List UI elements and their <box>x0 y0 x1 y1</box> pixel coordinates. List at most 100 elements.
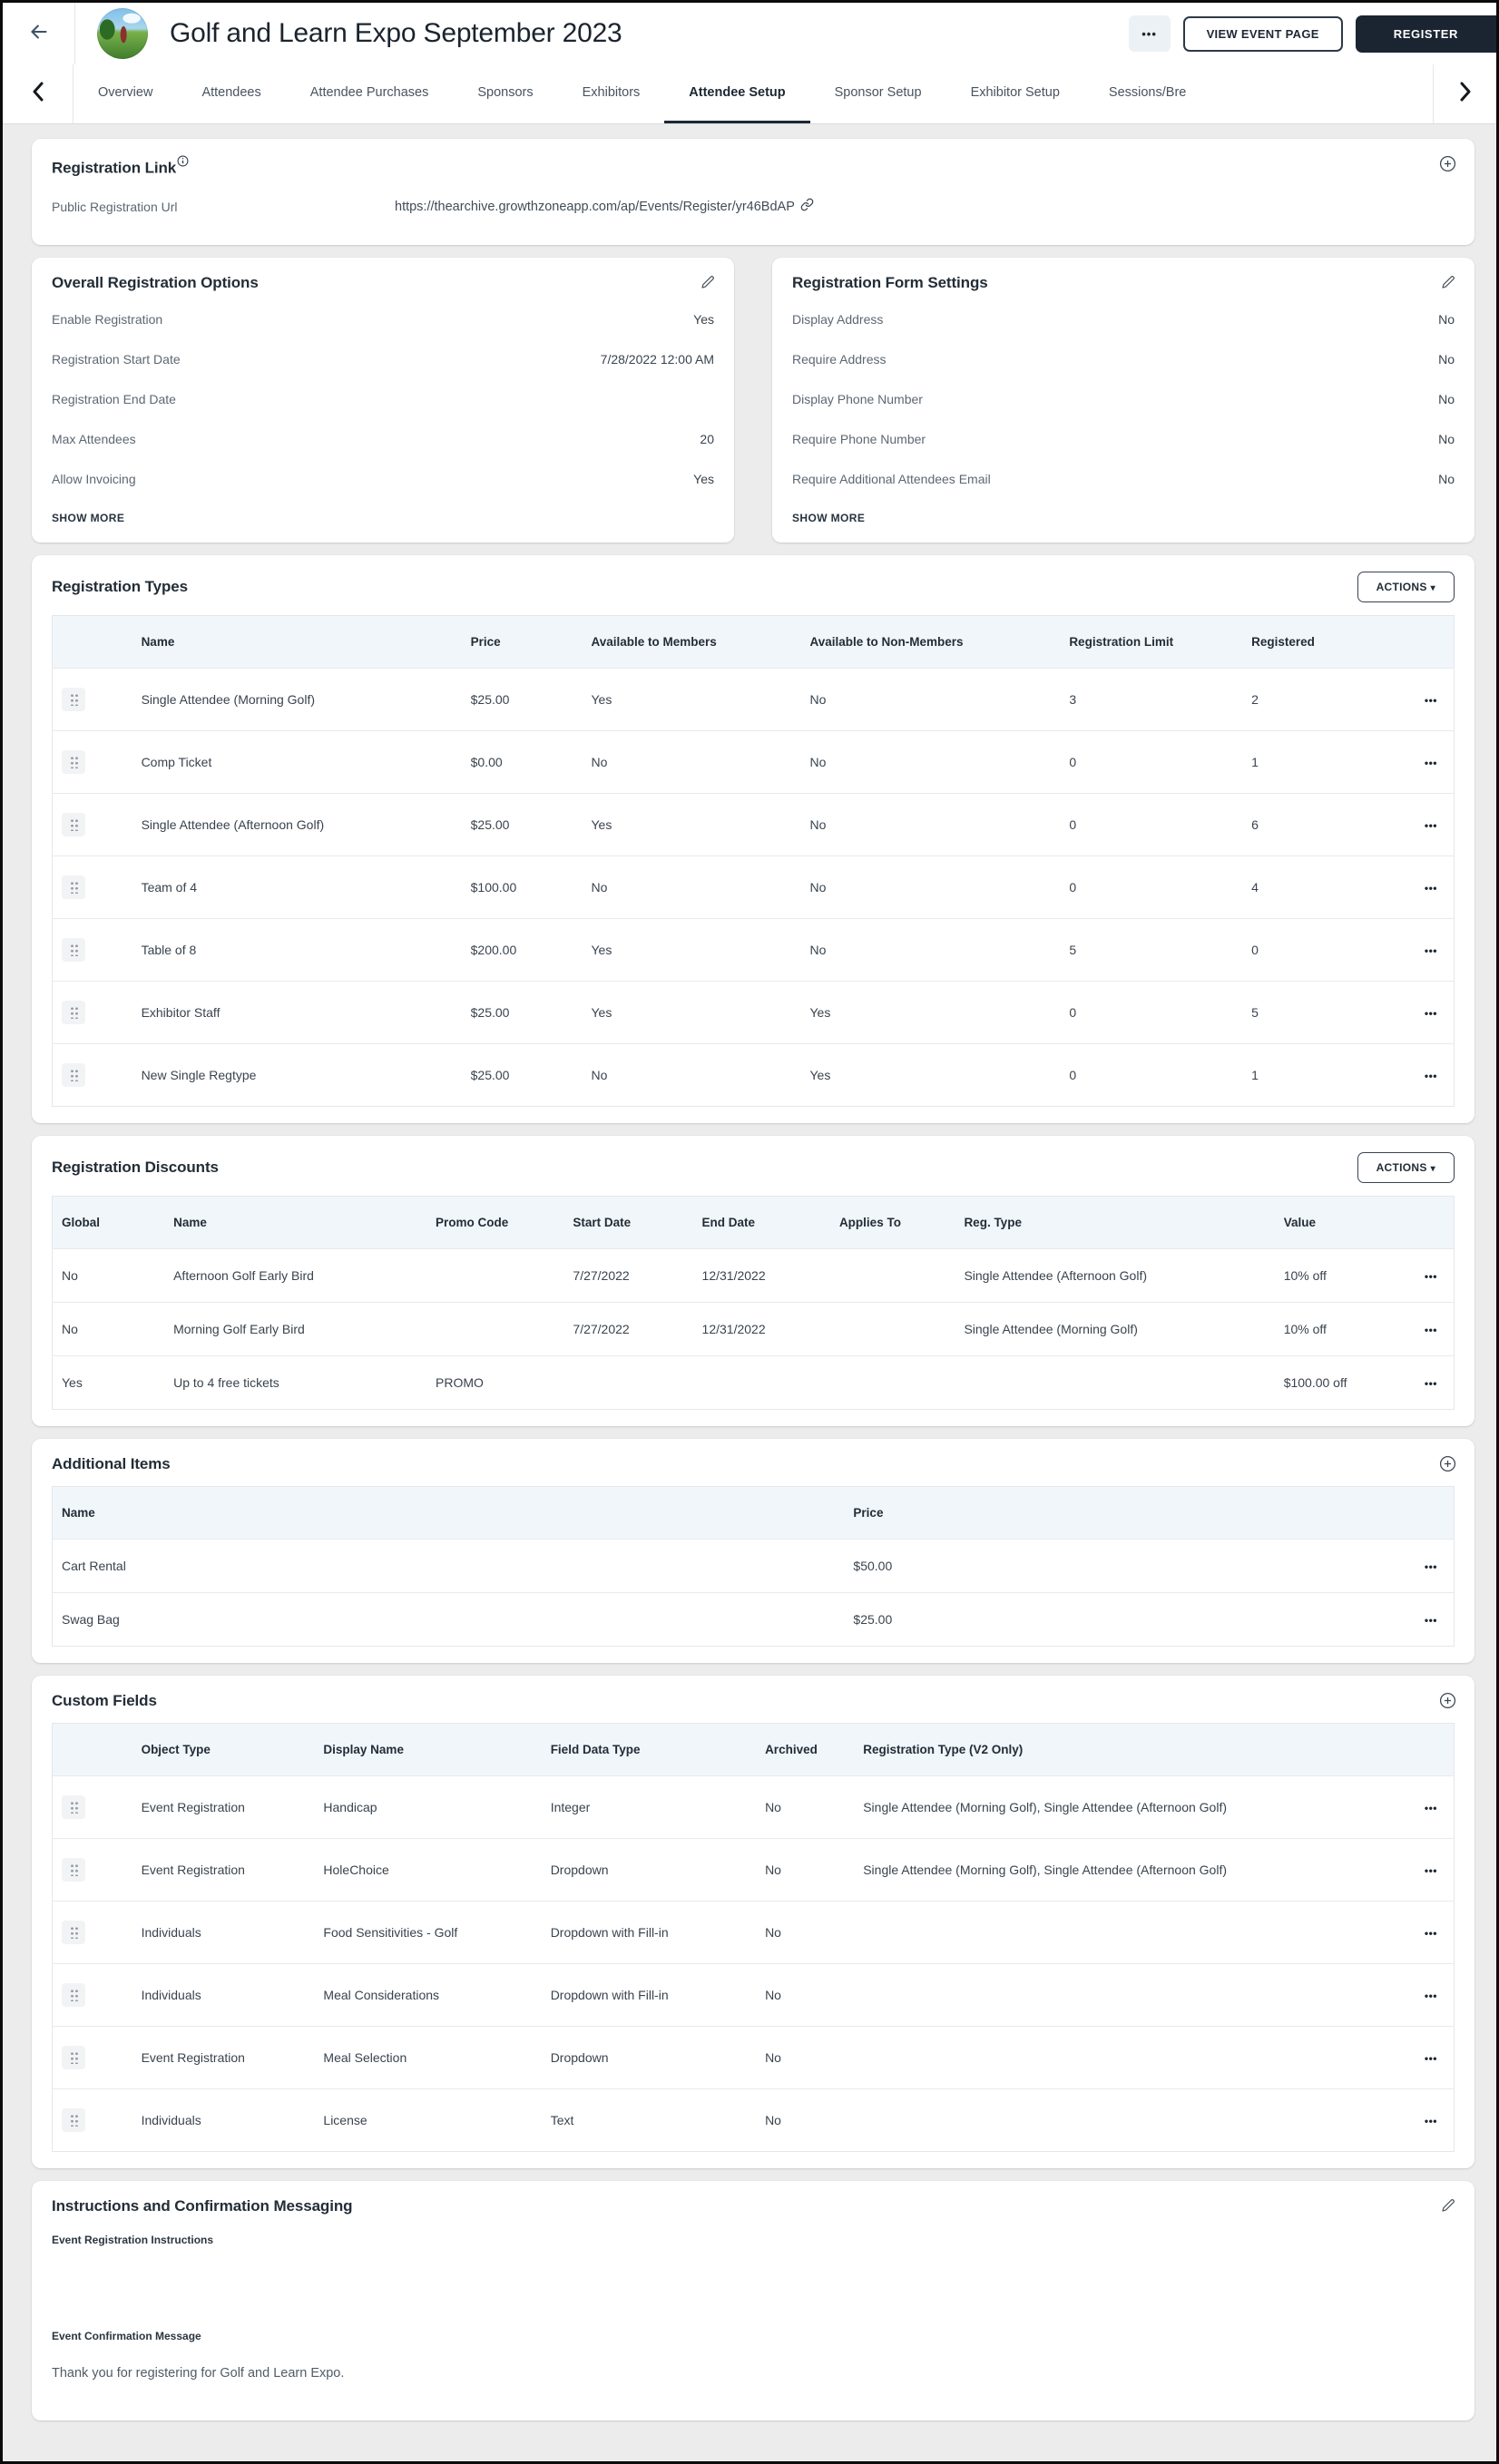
info-icon[interactable] <box>177 155 189 171</box>
cell-name: Comp Ticket <box>132 729 462 794</box>
column-header-display-name: Display Name <box>314 1723 542 1776</box>
drag-handle[interactable] <box>62 1982 85 2007</box>
discount-row: No Morning Golf Early Bird 7/27/2022 12/… <box>52 1301 1455 1356</box>
row-menu-button[interactable]: ••• <box>1425 882 1437 895</box>
options-columns: Overall Registration Options Enable Regi… <box>32 257 1475 543</box>
copy-link-icon[interactable] <box>800 198 814 216</box>
edit-instructions-button[interactable] <box>1438 2195 1458 2215</box>
tab-attendees[interactable]: Attendees <box>177 64 285 123</box>
tab-overview[interactable]: Overview <box>73 64 177 123</box>
event-registration-instructions-label: Event Registration Instructions <box>52 2233 214 2246</box>
drag-handle[interactable] <box>62 1920 85 1944</box>
row-menu-button[interactable]: ••• <box>1425 1007 1437 1020</box>
row-menu-button[interactable]: ••• <box>1425 2115 1437 2127</box>
row-menu-button[interactable]: ••• <box>1425 1990 1437 2002</box>
public-registration-url-row: Public Registration Url https://thearchi… <box>52 198 1455 229</box>
drag-handle[interactable] <box>62 2045 85 2069</box>
row-menu-button[interactable]: ••• <box>1425 1377 1437 1390</box>
drag-handle[interactable] <box>62 812 85 836</box>
edit-overall-options-button[interactable] <box>698 272 718 292</box>
registration-type-row: Comp Ticket $0.00 No No 0 1 ••• <box>52 729 1455 794</box>
discount-row: No Afternoon Golf Early Bird 7/27/2022 1… <box>52 1247 1455 1303</box>
cell-name: Afternoon Golf Early Bird <box>164 1247 426 1303</box>
custom-field-row: Event Registration Meal Selection Dropdo… <box>52 2025 1455 2089</box>
registration-discounts-actions-button[interactable]: ACTIONS ▾ <box>1357 1151 1455 1183</box>
drag-handle[interactable] <box>62 1000 85 1024</box>
tab-exhibitors[interactable]: Exhibitors <box>558 64 665 123</box>
drag-handle[interactable] <box>62 2107 85 2132</box>
registration-types-actions-button[interactable]: ACTIONS ▾ <box>1357 571 1455 602</box>
drag-dots-icon <box>69 1863 78 1877</box>
row-menu-button[interactable]: ••• <box>1425 1614 1437 1627</box>
registration-types-table: Name Price Available to Members Availabl… <box>52 614 1455 1107</box>
show-more-link[interactable]: SHOW MORE <box>52 512 124 524</box>
registration-discounts-title: Registration Discounts <box>52 1158 219 1176</box>
row-menu-button[interactable]: ••• <box>1425 2052 1437 2065</box>
cell-display-name: Handicap <box>314 1775 542 1839</box>
back-button[interactable] <box>3 3 75 64</box>
drag-dots-icon <box>69 1988 78 2002</box>
cell-name: Table of 8 <box>132 917 462 982</box>
drag-handle[interactable] <box>62 1062 85 1087</box>
view-event-page-button[interactable]: VIEW EVENT PAGE <box>1182 15 1343 52</box>
instructions-card: Instructions and Confirmation Messaging … <box>32 2180 1475 2420</box>
header-more-button[interactable]: ••• <box>1128 15 1171 52</box>
row-menu-button[interactable]: ••• <box>1425 757 1437 769</box>
drag-handle[interactable] <box>62 1857 85 1882</box>
add-additional-item-button[interactable] <box>1437 1453 1458 1474</box>
event-avatar <box>97 8 148 59</box>
event-confirmation-message-label: Event Confirmation Message <box>52 2329 201 2342</box>
drag-handle[interactable] <box>62 687 85 711</box>
add-custom-field-button[interactable] <box>1437 1690 1458 1711</box>
drag-handle[interactable] <box>62 875 85 899</box>
cell-registration-type <box>854 1900 1398 1964</box>
tabs-scroll-left-button[interactable] <box>3 64 73 123</box>
cell-name: Single Attendee (Morning Golf) <box>132 667 462 731</box>
tab-sessions-breakouts[interactable]: Sessions/Bre <box>1084 64 1210 123</box>
drag-handle[interactable] <box>62 1794 85 1819</box>
cell-reg-type: Single Attendee (Afternoon Golf) <box>955 1247 1275 1303</box>
option-value: 20 <box>700 431 714 446</box>
drag-dots-icon <box>69 817 78 832</box>
tab-attendee-setup[interactable]: Attendee Setup <box>664 64 810 123</box>
registration-types-body: Single Attendee (Morning Golf) $25.00 Ye… <box>52 667 1455 1107</box>
cell-registration-type <box>854 2088 1398 2152</box>
drag-handle[interactable] <box>62 749 85 774</box>
tab-attendee-purchases[interactable]: Attendee Purchases <box>286 64 454 123</box>
cell-global: Yes <box>52 1354 165 1410</box>
row-menu-button[interactable]: ••• <box>1425 694 1437 707</box>
row-menu-button[interactable]: ••• <box>1425 944 1437 957</box>
setting-label: Require Address <box>792 351 887 367</box>
row-menu-button[interactable]: ••• <box>1425 1864 1437 1877</box>
cell-limit: 3 <box>1060 667 1243 731</box>
drag-handle[interactable] <box>62 937 85 962</box>
plus-circle-icon <box>1439 1692 1456 1712</box>
row-menu-button[interactable]: ••• <box>1425 1270 1437 1283</box>
tab-sponsor-setup[interactable]: Sponsor Setup <box>810 64 946 123</box>
tab-sponsors[interactable]: Sponsors <box>453 64 557 123</box>
tab-exhibitor-setup[interactable]: Exhibitor Setup <box>946 64 1084 123</box>
tabs-scroll-right-button[interactable] <box>1433 64 1496 123</box>
row-menu-button[interactable]: ••• <box>1425 819 1437 832</box>
pencil-icon <box>1440 2198 1456 2216</box>
column-header-global: Global <box>52 1196 165 1249</box>
pencil-icon <box>700 275 716 293</box>
column-header-applies-to: Applies To <box>829 1196 955 1249</box>
add-registration-link-button[interactable] <box>1437 153 1458 174</box>
option-value: Yes <box>693 311 714 327</box>
cell-archived: No <box>756 2088 855 2152</box>
row-menu-button[interactable]: ••• <box>1425 1927 1437 1940</box>
register-button[interactable]: REGISTER <box>1355 15 1496 53</box>
cell-registration-type <box>854 2025 1398 2089</box>
row-menu-button[interactable]: ••• <box>1425 1324 1437 1336</box>
additional-items-title: Additional Items <box>52 1454 171 1472</box>
option-row: Max Attendees 20 <box>52 419 714 459</box>
row-menu-button[interactable]: ••• <box>1425 1802 1437 1814</box>
row-menu-button[interactable]: ••• <box>1425 1560 1437 1573</box>
show-more-link[interactable]: SHOW MORE <box>792 512 865 524</box>
edit-form-settings-button[interactable] <box>1438 272 1458 292</box>
row-menu-button[interactable]: ••• <box>1425 1070 1437 1082</box>
cell-members: No <box>582 729 801 794</box>
public-registration-url-value[interactable]: https://thearchive.growthzoneapp.com/ap/… <box>395 200 795 214</box>
cell-limit: 0 <box>1060 1042 1243 1107</box>
